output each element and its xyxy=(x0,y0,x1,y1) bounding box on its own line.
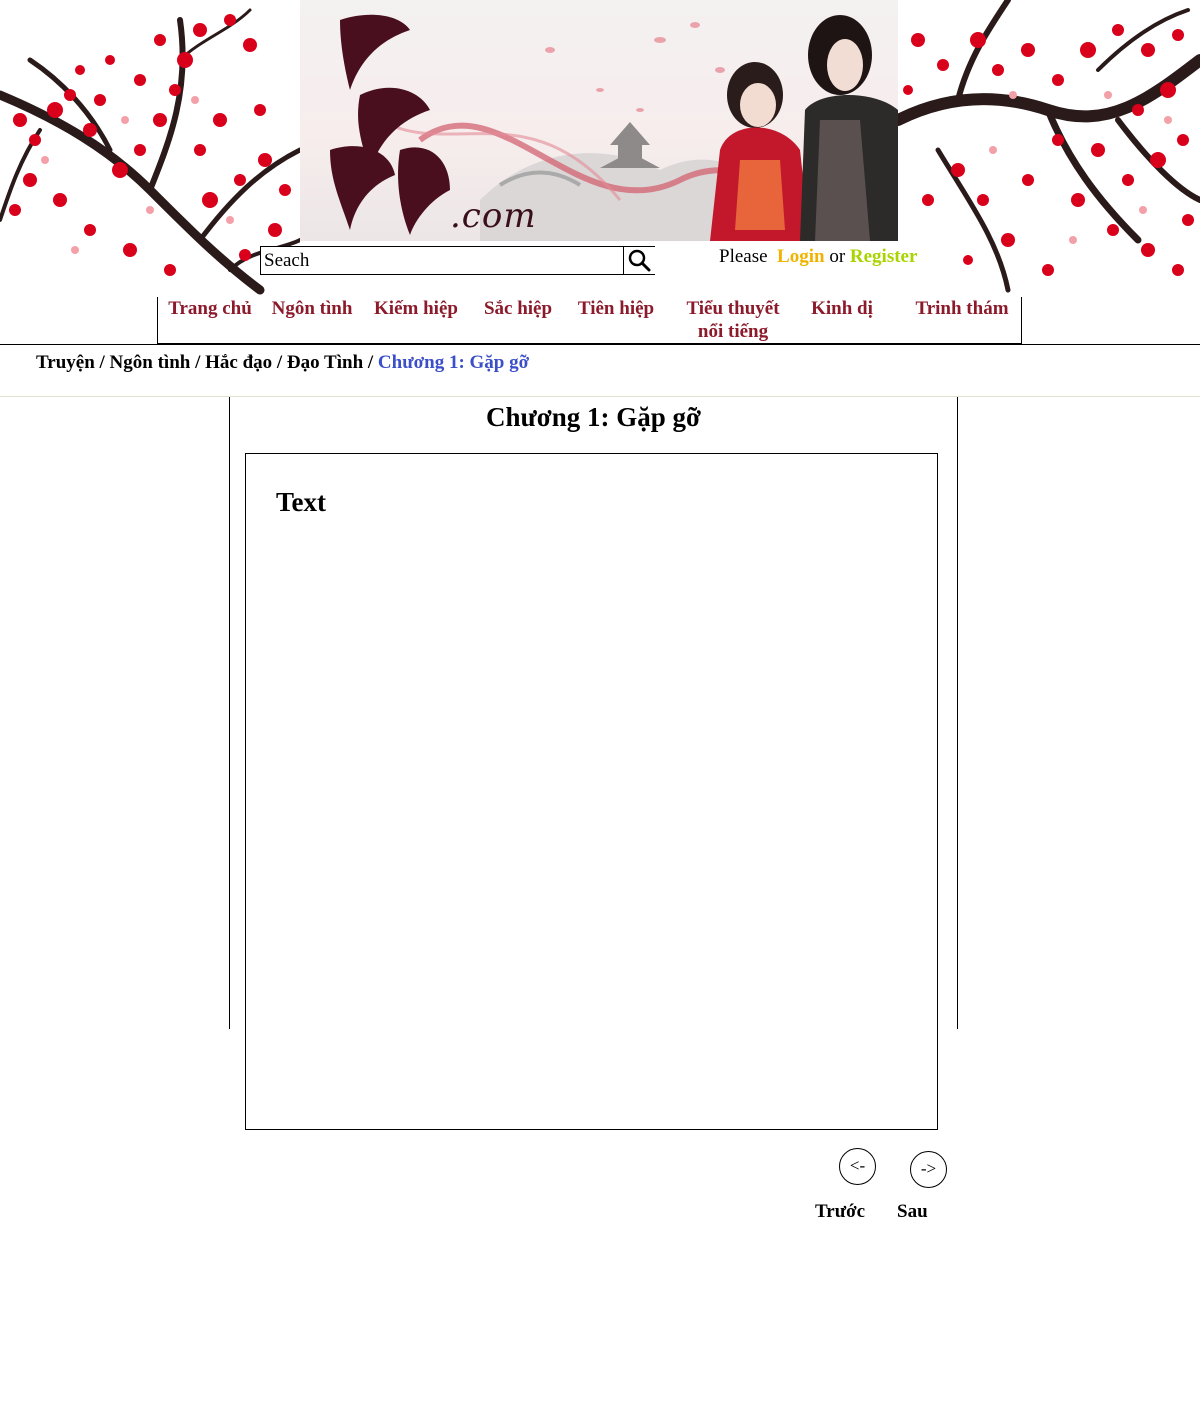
breadcrumb-separator: / xyxy=(195,352,201,373)
breadcrumb-separator: / xyxy=(367,352,374,373)
banner-artwork xyxy=(330,14,898,241)
nav-item-tieu-thuyet-noi-tieng[interactable]: Tiểu thuyết nổi tiếng xyxy=(678,297,788,343)
prev-chapter-button[interactable]: <- xyxy=(839,1148,876,1185)
logo-text: .com xyxy=(450,196,537,236)
site-banner-image: .com xyxy=(300,0,898,241)
search-button[interactable] xyxy=(623,247,655,274)
main-nav: Trang chủ Ngôn tình Kiếm hiệp Sắc hiệp T… xyxy=(157,297,1022,344)
content-frame-left-border xyxy=(229,397,230,1029)
prev-chapter-label[interactable]: Trước xyxy=(815,1201,865,1223)
nav-item-kinh-di[interactable]: Kinh dị xyxy=(798,297,886,320)
nav-item-tien-hiep[interactable]: Tiên hiệp xyxy=(570,297,662,320)
nav-item-kiem-hiep[interactable]: Kiếm hiệp xyxy=(366,297,466,320)
auth-prefix-text: Please xyxy=(719,246,768,267)
breadcrumb-divider xyxy=(0,396,1200,397)
search-input[interactable] xyxy=(261,247,621,274)
auth-prompt: Please Login or Register xyxy=(719,246,917,268)
login-link[interactable]: Login xyxy=(777,246,825,267)
search-icon xyxy=(628,249,651,272)
breadcrumb-item-truyen[interactable]: Truyện xyxy=(36,352,95,373)
breadcrumb-item-dao-tinh[interactable]: Đạo Tình xyxy=(287,352,363,373)
register-link[interactable]: Register xyxy=(850,246,918,267)
nav-item-trinh-tham[interactable]: Trinh thám xyxy=(906,297,1018,320)
breadcrumb-current: Chương 1: Gặp gỡ xyxy=(377,352,530,373)
chapter-content-text: Text xyxy=(276,487,327,517)
search-bar xyxy=(260,246,655,275)
next-chapter-label[interactable]: Sau xyxy=(897,1201,928,1223)
plum-blossom-left-image xyxy=(0,8,300,295)
nav-item-ngon-tinh[interactable]: Ngôn tình xyxy=(264,297,360,320)
content-frame-right-border xyxy=(957,397,958,1029)
plum-blossom-right-image xyxy=(898,0,1200,293)
breadcrumb-separator: / xyxy=(99,352,105,373)
next-chapter-button[interactable]: -> xyxy=(910,1151,947,1188)
chapter-content-box: Text xyxy=(245,453,938,1130)
breadcrumb-item-hac-dao[interactable]: Hắc đạo xyxy=(205,352,272,373)
nav-divider xyxy=(0,344,1200,345)
nav-item-sac-hiep[interactable]: Sắc hiệp xyxy=(472,297,564,320)
breadcrumb-item-ngon-tinh[interactable]: Ngôn tình xyxy=(110,352,191,373)
chapter-title: Chương 1: Gặp gỡ xyxy=(486,402,701,432)
nav-item-trang-chu[interactable]: Trang chủ xyxy=(162,297,258,320)
auth-or-text: or xyxy=(829,246,846,267)
site-header: .com Seach Please Login or Register xyxy=(0,0,1200,298)
breadcrumb-separator: / xyxy=(276,352,283,373)
breadcrumb: Truyện / Ngôn tình / Hắc đạo / Đạo Tình … xyxy=(36,352,529,374)
